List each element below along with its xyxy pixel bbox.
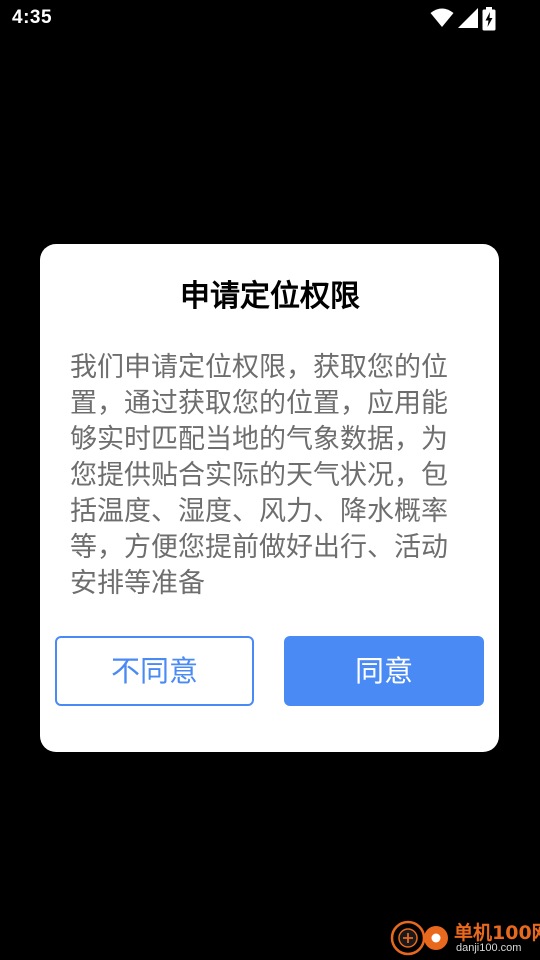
- disagree-button[interactable]: 不同意: [55, 636, 254, 706]
- watermark-url: danji100.com: [456, 942, 522, 954]
- battery-charging-icon: [482, 7, 496, 31]
- wifi-icon: [430, 8, 454, 27]
- status-time: 4:35: [12, 7, 53, 28]
- status-bar: 4:35: [0, 0, 540, 38]
- cellular-signal-icon: [458, 8, 478, 28]
- agree-button[interactable]: 同意: [284, 636, 484, 706]
- dialog-message: 我们申请定位权限，获取您的位置，通过获取您的位置，应用能够实时匹配当地的气象数据…: [70, 352, 448, 599]
- screen: 4:35 申请定位权限 我们申请定位权限，获取您的位置，通过获取您的位置，应用能…: [0, 0, 540, 960]
- watermark-name: 单机100网: [454, 922, 540, 944]
- status-icons: [430, 7, 500, 31]
- danji100-logo-icon: [390, 920, 448, 956]
- watermark: 单机100网 danji100.com: [390, 912, 540, 960]
- dialog-title: 申请定位权限: [180, 279, 360, 314]
